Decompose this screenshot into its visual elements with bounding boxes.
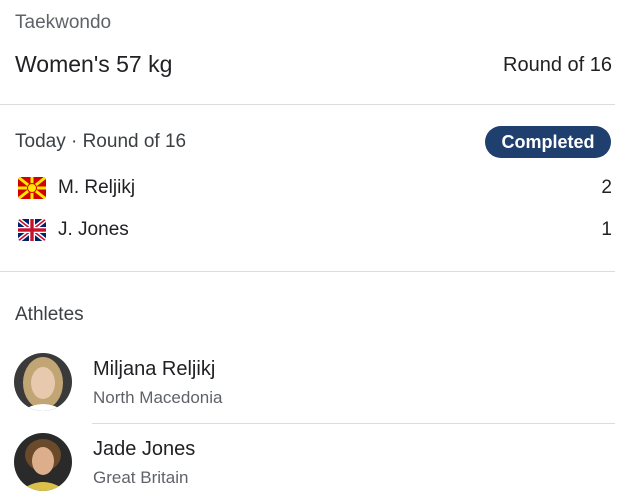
competitor-row[interactable]: M. Reljikj 2 [18,173,618,203]
event-round: Round of 16 [503,54,612,76]
status-badge: Completed [485,126,611,158]
divider [0,104,615,105]
athlete-item[interactable]: Miljana Reljikj North Macedonia [14,353,615,417]
athletes-heading: Athletes [15,304,84,325]
competitor-score: 2 [601,177,612,198]
athlete-name: Jade Jones [93,438,196,460]
event-title: Women's 57 kg [15,51,173,77]
athlete-country: Great Britain [93,468,189,487]
competitor-row[interactable]: J. Jones 1 [18,215,618,245]
athlete-country: North Macedonia [93,388,223,407]
avatar [14,433,72,491]
divider [0,271,615,272]
competitor-score: 1 [601,219,612,240]
united-kingdom-flag-icon [18,219,46,241]
competitor-name: M. Reljikj [58,177,136,198]
avatar [14,353,72,411]
divider [92,423,615,424]
athlete-item[interactable]: Jade Jones Great Britain [14,433,615,497]
competitor-name: J. Jones [58,219,129,240]
athlete-name: Miljana Reljikj [93,358,216,380]
match-when: Today · Round of 16 [15,131,187,152]
north-macedonia-flag-icon [18,177,46,199]
sport-label: Taekwondo [15,12,112,33]
